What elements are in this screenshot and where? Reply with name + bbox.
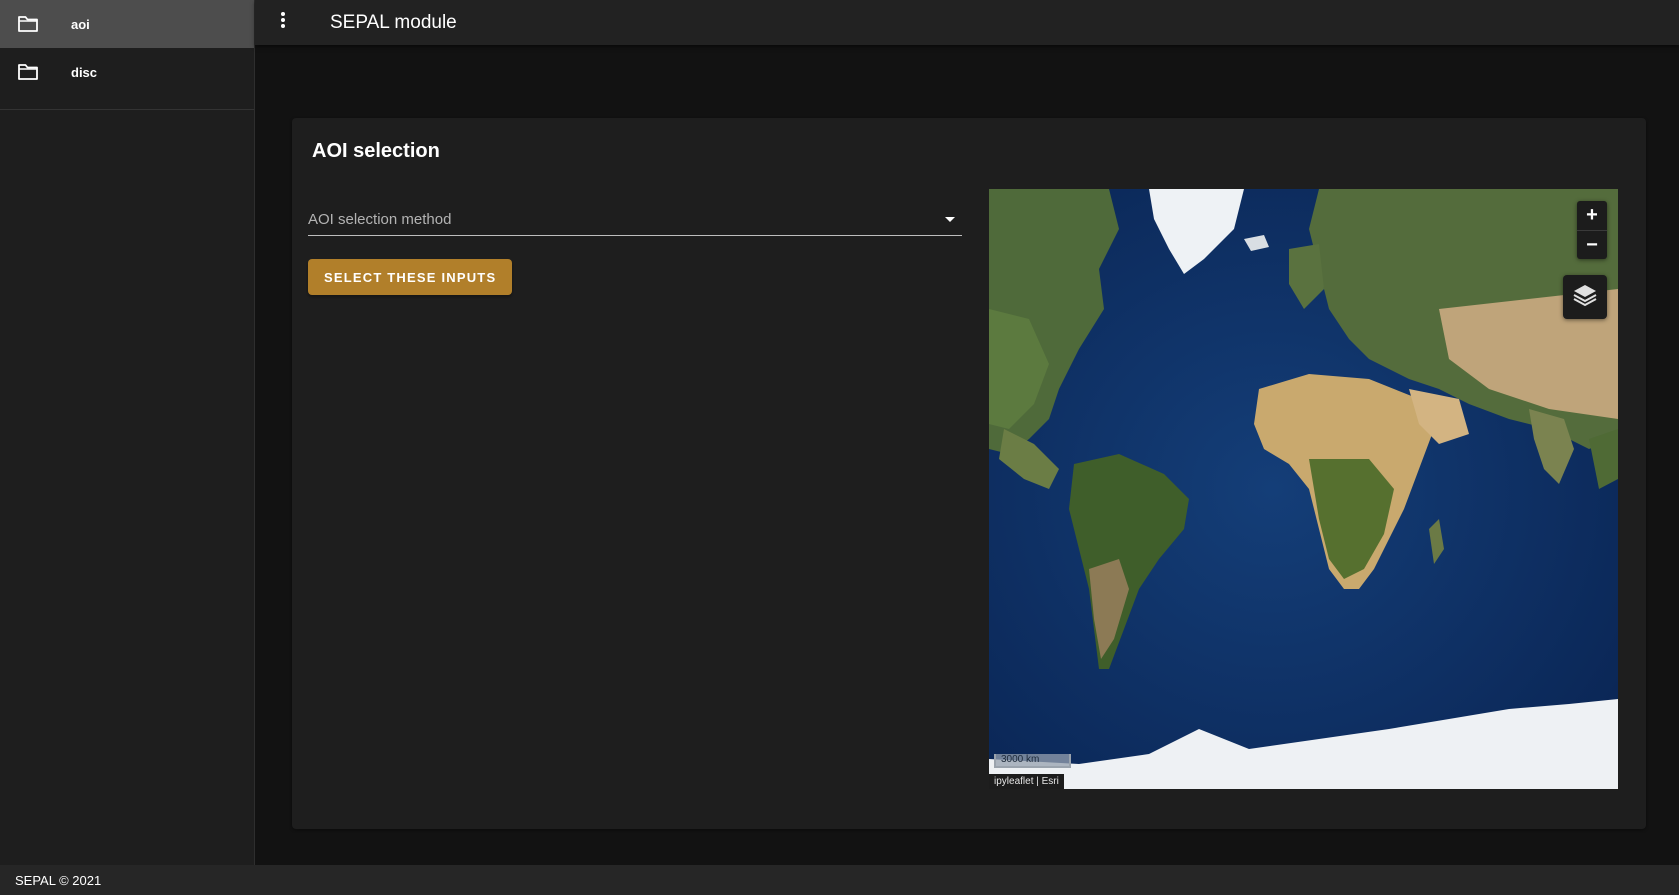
- aoi-method-select[interactable]: AOI selection method: [308, 204, 962, 236]
- more-vertical-icon: [280, 11, 286, 34]
- folder-icon: [17, 61, 39, 83]
- sidebar-item-label: aoi: [71, 16, 90, 32]
- card-title: AOI selection: [312, 140, 440, 162]
- navigation-drawer: aoi disc: [0, 0, 255, 865]
- app-bar: SEPAL module: [255, 0, 1679, 45]
- layers-control-button[interactable]: [1563, 275, 1607, 319]
- attribution-esri-link[interactable]: Esri: [1042, 776, 1059, 787]
- select-inputs-button[interactable]: SELECT THESE INPUTS: [308, 259, 513, 295]
- satellite-basemap: [989, 189, 1618, 789]
- app-title: SEPAL module: [330, 11, 457, 33]
- zoom-out-button[interactable]: −: [1577, 230, 1607, 259]
- footer-text: SEPAL © 2021: [15, 872, 102, 888]
- more-menu-button[interactable]: [265, 5, 301, 41]
- sidebar-item-disc[interactable]: disc: [0, 48, 254, 96]
- sidebar-divider: [0, 109, 254, 110]
- footer: SEPAL © 2021: [0, 865, 1679, 895]
- scale-bar: 3000 km: [994, 754, 1071, 768]
- attribution-ipyleaflet-link[interactable]: ipyleaflet: [994, 776, 1033, 787]
- zoom-in-button[interactable]: +: [1577, 201, 1607, 230]
- select-placeholder: AOI selection method: [308, 211, 452, 228]
- zoom-control: + −: [1577, 201, 1607, 259]
- aoi-selection-card: AOI selection AOI selection method SELEC…: [292, 118, 1646, 829]
- map[interactable]: + − 3000 km ipyleaflet | Esri: [989, 189, 1618, 789]
- sidebar-item-label: disc: [71, 64, 98, 80]
- map-attribution: ipyleaflet | Esri: [989, 774, 1064, 789]
- folder-icon: [17, 13, 39, 35]
- dropdown-arrow-icon: [938, 208, 962, 232]
- sidebar-item-aoi[interactable]: aoi: [0, 0, 254, 48]
- attribution-separator: |: [1036, 776, 1039, 787]
- layers-icon: [1572, 283, 1598, 312]
